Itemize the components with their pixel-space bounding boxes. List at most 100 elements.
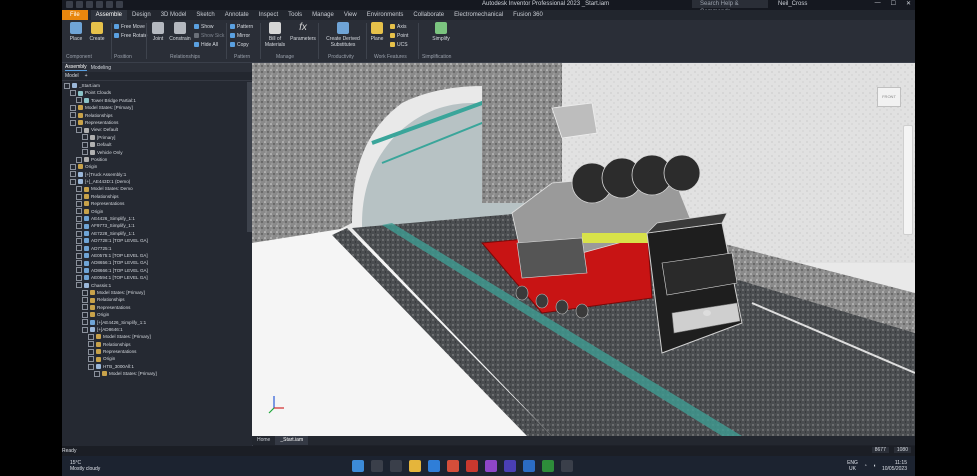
expand-icon[interactable] <box>70 163 76 170</box>
tree-node[interactable]: Relationships <box>62 296 246 304</box>
expand-icon[interactable] <box>82 326 88 333</box>
tab-manage[interactable]: Manage <box>307 10 339 20</box>
tab-electromechanical[interactable]: Electromechanical <box>449 10 508 20</box>
expand-icon[interactable] <box>70 119 76 126</box>
graphics-viewport[interactable]: FRONT <box>252 63 915 436</box>
tree-node[interactable]: Origin <box>62 311 246 318</box>
tree-node[interactable]: Origin <box>62 208 246 215</box>
tree-node[interactable]: AE0575:1 [TOP LEVEL GA] <box>62 252 246 259</box>
ucs-button[interactable]: UCS <box>390 41 408 48</box>
tree-node[interactable]: Representations <box>62 304 246 311</box>
expand-icon[interactable] <box>88 333 94 340</box>
tab-view[interactable]: View <box>339 10 362 20</box>
tree-node[interactable]: Vehicle Only <box>62 149 246 156</box>
app-icon[interactable] <box>561 460 573 472</box>
tree-node[interactable]: Default <box>62 141 246 148</box>
new-icon[interactable] <box>66 1 73 8</box>
create-derived-substitutes-button[interactable]: Create Derived Substitutes <box>322 22 364 48</box>
tree-node[interactable]: [+]Truck Assembly:1 <box>62 171 246 178</box>
tree-node[interactable]: Relationships <box>62 193 246 200</box>
axis-button[interactable]: Axis <box>390 23 406 30</box>
expand-icon[interactable] <box>94 370 100 377</box>
expand-icon[interactable] <box>76 267 82 274</box>
maximize-button[interactable]: ☐ <box>891 0 896 7</box>
tree-node[interactable]: Model States: [Primary] <box>62 289 246 296</box>
tree-node[interactable]: View: Default <box>62 126 246 134</box>
expand-icon[interactable] <box>82 319 88 326</box>
tree-node[interactable]: Chassis:1 <box>62 282 246 289</box>
expand-icon[interactable] <box>82 311 88 318</box>
tab-assemble[interactable]: Assemble <box>90 10 128 20</box>
tab-inspect[interactable]: Inspect <box>254 10 283 20</box>
tab-annotate[interactable]: Annotate <box>220 10 254 20</box>
tab-assembly[interactable]: Assembly <box>65 64 87 71</box>
tab-modeling[interactable]: Modeling <box>91 65 111 71</box>
tree-node[interactable]: Model States: Demo <box>62 185 246 193</box>
expand-icon[interactable] <box>76 274 82 281</box>
create-button[interactable]: Create <box>87 22 107 42</box>
tree-node[interactable]: AD7728:1 [TOP LEVEL GA] <box>62 237 246 244</box>
weather-widget[interactable]: 15°C Mostly cloudy <box>70 460 100 472</box>
tree-node[interactable]: Point Clouds <box>62 89 246 97</box>
expand-icon[interactable] <box>64 82 70 89</box>
show-sick-button[interactable]: Show Sick <box>194 32 224 39</box>
free-move-button[interactable]: Free Move <box>114 23 145 30</box>
tab-tools[interactable]: Tools <box>283 10 307 20</box>
expand-icon[interactable] <box>76 215 82 222</box>
expand-icon[interactable] <box>76 245 82 252</box>
open-icon[interactable] <box>76 1 83 8</box>
tab-environments[interactable]: Environments <box>362 10 409 20</box>
tree-node[interactable]: HTB_3000All:1 <box>62 363 246 370</box>
expand-icon[interactable] <box>82 297 88 304</box>
plane-button[interactable]: Plane <box>367 22 387 42</box>
tree-node[interactable]: [Primary] <box>62 134 246 141</box>
tree-node[interactable]: AD8666:1 [TOP LEVEL GA] <box>62 267 246 274</box>
edge-browser-icon[interactable] <box>428 460 440 472</box>
expand-icon[interactable] <box>70 112 76 119</box>
tree-node[interactable]: [+]_AE443D:1 (Demo) <box>62 178 246 185</box>
tree-node[interactable]: [+]AE4426_Simplify_1:1 <box>62 319 246 326</box>
tab-fusion-360[interactable]: Fusion 360 <box>508 10 548 20</box>
tree-node[interactable]: Relationships <box>62 341 246 348</box>
add-panel-icon[interactable]: + <box>85 73 88 79</box>
expand-icon[interactable] <box>82 304 88 311</box>
language-indicator[interactable]: ENG UK <box>847 460 858 472</box>
free-rotate-button[interactable]: Free Rotate <box>114 32 147 39</box>
expand-icon[interactable] <box>76 208 82 215</box>
tab-start-iam[interactable]: _Start.iam <box>275 436 309 445</box>
tree-node[interactable]: AE0594:1 [TOP LEVEL GA] <box>62 274 246 281</box>
expand-icon[interactable] <box>76 156 82 163</box>
tree-node[interactable]: AE7228_Simplify_1:1 <box>62 230 246 237</box>
hide-all-button[interactable]: Hide All <box>194 41 218 48</box>
tree-node[interactable]: AD8656:1 [TOP LEVEL GA] <box>62 259 246 267</box>
tree-node[interactable]: AD7725:1 <box>62 245 246 252</box>
tab-sketch[interactable]: Sketch <box>191 10 219 20</box>
file-tab[interactable]: File <box>62 10 88 20</box>
windows-start-icon[interactable] <box>352 460 364 472</box>
expand-icon[interactable] <box>88 356 94 363</box>
user-account[interactable]: Neil_Cross <box>778 1 807 7</box>
expand-icon[interactable] <box>76 260 82 267</box>
expand-icon[interactable] <box>76 223 82 230</box>
expand-icon[interactable] <box>76 237 82 244</box>
tab-design[interactable]: Design <box>127 10 156 20</box>
expand-icon[interactable] <box>76 193 82 200</box>
expand-icon[interactable] <box>76 186 82 193</box>
expand-icon[interactable] <box>76 200 82 207</box>
pattern-button[interactable]: Pattern <box>230 23 253 30</box>
joint-button[interactable]: Joint <box>148 22 168 42</box>
expand-icon[interactable] <box>76 282 82 289</box>
show-button[interactable]: Show <box>194 23 214 30</box>
tree-node[interactable]: Representations <box>62 119 246 126</box>
inventor-icon[interactable] <box>523 460 535 472</box>
tab-3d-model[interactable]: 3D Model <box>156 10 192 20</box>
expand-icon[interactable] <box>82 134 88 141</box>
tree-node[interactable]: Model States: [Primary] <box>62 104 246 111</box>
xbox-icon[interactable] <box>542 460 554 472</box>
expand-icon[interactable] <box>76 252 82 259</box>
tree-node[interactable]: Representations <box>62 348 246 355</box>
expand-icon[interactable] <box>82 141 88 148</box>
tree-node[interactable]: [+]AD8646:1 <box>62 326 246 333</box>
wifi-icon[interactable]: ◔ <box>864 463 867 469</box>
expand-icon[interactable] <box>76 127 82 134</box>
